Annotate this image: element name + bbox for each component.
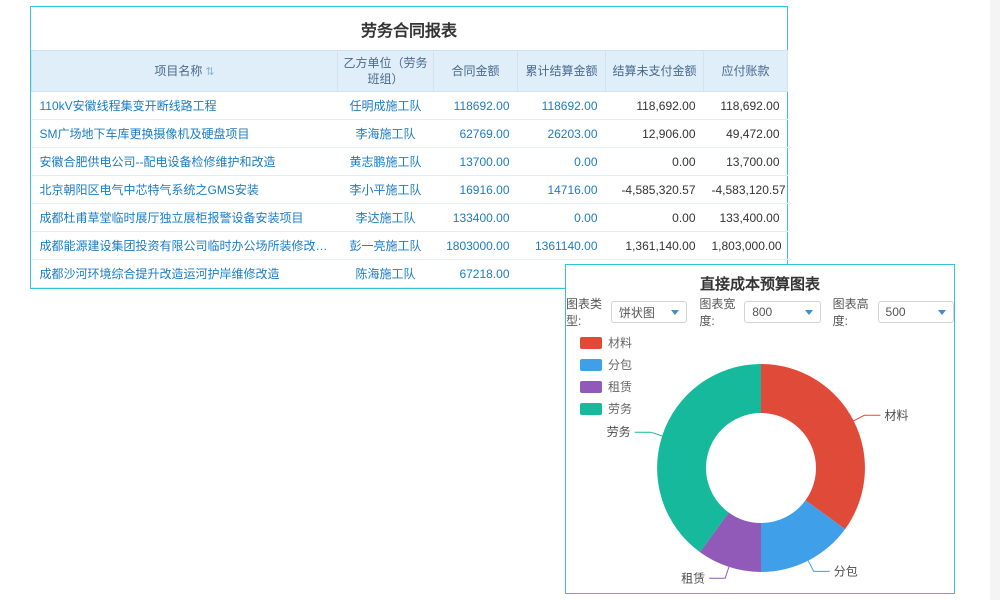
contract-amount-cell: 16916.00 [434, 176, 518, 204]
chart-width-value: 800 [752, 305, 772, 319]
project-link[interactable]: 成都杜甫草堂临时展厅独立展柜报警设备安装项目 [32, 204, 338, 232]
project-link[interactable]: SM广场地下车库更换摄像机及硬盘项目 [32, 120, 338, 148]
unpaid-amount-cell: 118,692.00 [606, 92, 704, 120]
table-row: 北京朝阳区电气中芯特气系统之GMS安装李小平施工队16916.0014716.0… [32, 176, 788, 204]
contract-amount-cell: 62769.00 [434, 120, 518, 148]
project-link[interactable]: 北京朝阳区电气中芯特气系统之GMS安装 [32, 176, 338, 204]
column-header-payable: 应付账款 [704, 51, 788, 92]
column-header-project-label: 项目名称 [154, 64, 202, 78]
report-table-body: 110kV安徽线程集变开断线路工程任明成施工队118692.00118692.0… [32, 92, 788, 288]
settled-amount-cell: 0.00 [518, 148, 606, 176]
legend-label: 劳务 [608, 400, 632, 417]
settled-amount-cell: 14716.00 [518, 176, 606, 204]
project-link[interactable]: 110kV安徽线程集变开断线路工程 [32, 92, 338, 120]
payable-amount-cell: 1,803,000.00 [704, 232, 788, 260]
table-row: 110kV安徽线程集变开断线路工程任明成施工队118692.00118692.0… [32, 92, 788, 120]
contract-amount-cell: 1803000.00 [434, 232, 518, 260]
payable-amount-cell: 13,700.00 [704, 148, 788, 176]
chart-type-label: 图表类型: [566, 295, 607, 329]
legend-item[interactable]: 材料 [580, 334, 632, 351]
table-row: 成都杜甫草堂临时展厅独立展柜报警设备安装项目李达施工队133400.000.00… [32, 204, 788, 232]
unpaid-amount-cell: -4,585,320.57 [606, 176, 704, 204]
unpaid-amount-cell: 0.00 [606, 204, 704, 232]
team-cell: 黄志鹏施工队 [338, 148, 434, 176]
project-link[interactable]: 成都能源建设集团投资有限公司临时办公场所装修改造工程EPC [32, 232, 338, 260]
pie-slice-label: 材料 [884, 408, 908, 422]
column-header-settled-amount: 累计结算金额 [518, 51, 606, 92]
pie-leader-line [808, 561, 830, 572]
legend-swatch-icon [580, 359, 602, 371]
settled-amount-cell: 0.00 [518, 204, 606, 232]
table-row: 安徽合肥供电公司--配电设备检修维护和改造黄志鹏施工队13700.000.000… [32, 148, 788, 176]
project-link[interactable]: 成都沙河环境综合提升改造运河护岸维修改造 [32, 260, 338, 288]
unpaid-amount-cell: 12,906.00 [606, 120, 704, 148]
chart-height-control: 图表高度: 500 [833, 295, 954, 329]
team-cell: 李达施工队 [338, 204, 434, 232]
legend-label: 材料 [608, 334, 632, 351]
contract-amount-cell: 67218.00 [434, 260, 518, 288]
payable-amount-cell: 118,692.00 [704, 92, 788, 120]
pie-slice-label: 分包 [834, 564, 858, 578]
chevron-down-icon [938, 310, 946, 315]
payable-amount-cell: 133,400.00 [704, 204, 788, 232]
settled-amount-cell: 26203.00 [518, 120, 606, 148]
legend-item[interactable]: 分包 [580, 356, 632, 373]
chart-region: 材料分包租赁劳务 材料分包租赁劳务 [566, 328, 954, 596]
settled-amount-cell: 1361140.00 [518, 232, 606, 260]
team-cell: 陈海施工队 [338, 260, 434, 288]
payable-amount-cell: 49,472.00 [704, 120, 788, 148]
project-link[interactable]: 安徽合肥供电公司--配电设备检修维护和改造 [32, 148, 338, 176]
chart-height-label: 图表高度: [833, 295, 874, 329]
chevron-down-icon [671, 310, 679, 315]
report-title: 劳务合同报表 [31, 7, 787, 50]
team-cell: 李海施工队 [338, 120, 434, 148]
legend-label: 分包 [608, 356, 632, 373]
chevron-down-icon [805, 310, 813, 315]
chart-height-select[interactable]: 500 [878, 301, 954, 323]
chart-height-value: 500 [886, 305, 906, 319]
contract-amount-cell: 133400.00 [434, 204, 518, 232]
legend-swatch-icon [580, 403, 602, 415]
column-header-contract-amount: 合同金额 [434, 51, 518, 92]
settled-amount-cell: 118692.00 [518, 92, 606, 120]
payable-amount-cell: -4,583,120.57 [704, 176, 788, 204]
team-cell: 任明成施工队 [338, 92, 434, 120]
sort-icon[interactable]: ⇅ [205, 66, 214, 78]
legend-swatch-icon [580, 337, 602, 349]
column-header-unpaid-amount: 结算未支付金额 [606, 51, 704, 92]
table-row: 成都能源建设集团投资有限公司临时办公场所装修改造工程EPC彭一亮施工队18030… [32, 232, 788, 260]
unpaid-amount-cell: 0.00 [606, 148, 704, 176]
chart-width-label: 图表宽度: [699, 295, 740, 329]
pie-slice-label: 租赁 [681, 571, 705, 585]
legend-item[interactable]: 劳务 [580, 400, 632, 417]
contract-amount-cell: 118692.00 [434, 92, 518, 120]
legend-swatch-icon [580, 381, 602, 393]
unpaid-amount-cell: 1,361,140.00 [606, 232, 704, 260]
chart-type-select[interactable]: 饼状图 [611, 301, 687, 323]
chart-type-control: 图表类型: 饼状图 [566, 295, 687, 329]
column-header-project: 项目名称⇅ [32, 51, 338, 92]
chart-legend: 材料分包租赁劳务 [580, 334, 632, 417]
pie-leader-line [854, 415, 881, 421]
report-table: 项目名称⇅ 乙方单位（劳务班组） 合同金额 累计结算金额 结算未支付金额 应付账… [31, 50, 788, 288]
pie-slice-0[interactable] [761, 364, 865, 529]
report-table-header: 项目名称⇅ 乙方单位（劳务班组） 合同金额 累计结算金额 结算未支付金额 应付账… [32, 51, 788, 92]
contract-amount-cell: 13700.00 [434, 148, 518, 176]
direct-cost-budget-chart-panel: 直接成本预算图表 图表类型: 饼状图 图表宽度: 800 图表高度: 500 材… [565, 264, 955, 594]
team-cell: 彭一亮施工队 [338, 232, 434, 260]
team-cell: 李小平施工队 [338, 176, 434, 204]
chart-controls: 图表类型: 饼状图 图表宽度: 800 图表高度: 500 [566, 300, 954, 324]
column-header-team: 乙方单位（劳务班组） [338, 51, 434, 92]
scrollbar-track[interactable] [990, 0, 1000, 600]
pie-slice-label: 劳务 [607, 424, 631, 439]
chart-width-select[interactable]: 800 [744, 301, 820, 323]
chart-type-value: 饼状图 [619, 304, 655, 321]
legend-item[interactable]: 租赁 [580, 378, 632, 395]
chart-width-control: 图表宽度: 800 [699, 295, 820, 329]
pie-leader-line [635, 432, 662, 436]
table-row: SM广场地下车库更换摄像机及硬盘项目李海施工队62769.0026203.001… [32, 120, 788, 148]
labor-contract-report-panel: 劳务合同报表 项目名称⇅ 乙方单位（劳务班组） 合同金额 累计结算金额 结算未支… [30, 6, 788, 289]
pie-leader-line [709, 567, 729, 578]
legend-label: 租赁 [608, 378, 632, 395]
